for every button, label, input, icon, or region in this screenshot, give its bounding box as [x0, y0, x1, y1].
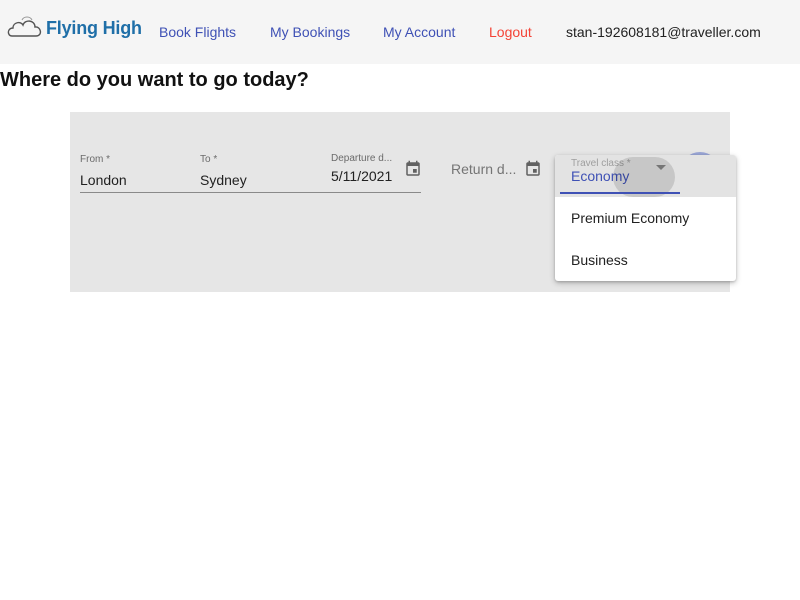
to-label: To *: [200, 154, 218, 165]
travel-class-underline: [560, 192, 680, 194]
fields-underline: [80, 192, 421, 193]
nav-my-account[interactable]: My Account: [383, 24, 455, 40]
travel-class-option-business[interactable]: Business: [571, 252, 628, 268]
travel-class-option-premium-economy[interactable]: Premium Economy: [571, 210, 689, 226]
top-navbar: Flying High Book Flights My Bookings My …: [0, 0, 800, 64]
nav-my-bookings[interactable]: My Bookings: [270, 24, 350, 40]
nav-book-flights[interactable]: Book Flights: [159, 24, 236, 40]
travel-class-option-economy[interactable]: Travel class * Economy: [555, 155, 736, 197]
cloud-icon: [7, 16, 42, 37]
departure-label: Departure d...: [331, 153, 393, 164]
chevron-down-icon[interactable]: [656, 165, 666, 170]
to-input[interactable]: Sydney: [200, 172, 247, 188]
user-email: stan-192608181@traveller.com: [566, 24, 761, 40]
calendar-icon[interactable]: [524, 160, 542, 178]
departure-input[interactable]: 5/11/2021: [331, 168, 397, 184]
return-input[interactable]: Return d...: [451, 161, 516, 177]
brand-logo[interactable]: Flying High: [6, 10, 142, 44]
travel-class-dropdown[interactable]: Travel class * Economy Premium Economy B…: [555, 155, 736, 281]
from-label: From *: [80, 154, 110, 165]
calendar-icon[interactable]: [404, 160, 422, 178]
nav-logout[interactable]: Logout: [489, 24, 532, 40]
select-ripple: [613, 157, 675, 197]
brand-name: Flying High: [46, 18, 142, 38]
from-input[interactable]: London: [80, 172, 127, 188]
page-title: Where do you want to go today?: [0, 69, 309, 91]
